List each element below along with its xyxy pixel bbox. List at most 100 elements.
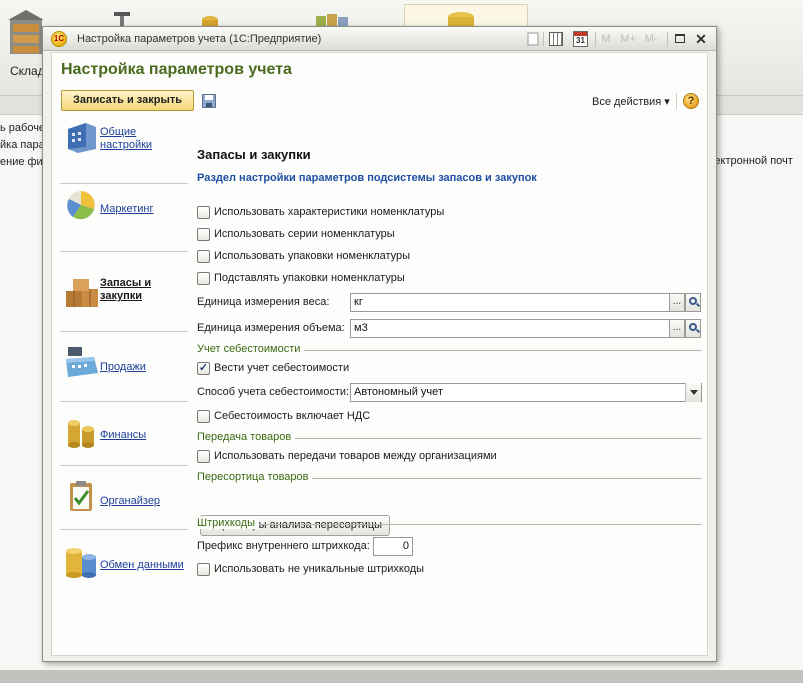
background-statusbar xyxy=(0,670,803,683)
background-text: ь рабоче xyxy=(0,122,46,134)
checkbox-label: Вести учет себестоимости xyxy=(214,362,350,374)
close-button[interactable]: ✕ xyxy=(693,31,709,47)
checkbox[interactable] xyxy=(197,272,210,285)
checkbox-label: Использовать характеристики номенклатуры xyxy=(214,206,445,218)
checkbox-label: Использовать упаковки номенклатуры xyxy=(214,250,411,262)
nav-label: Обмен данными xyxy=(100,559,184,571)
checkbox-label: Подставлять упаковки номенклатуры xyxy=(214,272,405,284)
group-goods-resort: Пересортица товаров xyxy=(197,471,702,485)
group-label: Штрихкоды xyxy=(197,517,260,529)
volume-unit-select-button[interactable]: ... xyxy=(669,319,685,338)
nav-item-data-exchange[interactable]: Обмен данными xyxy=(60,531,190,595)
nav-item-general-settings[interactable]: Общие настройки xyxy=(60,117,190,181)
nav-label: Запасы и закупки xyxy=(100,277,152,302)
nav-divider xyxy=(60,251,188,252)
form-title: Настройка параметров учета xyxy=(61,61,292,78)
chevron-down-icon xyxy=(690,390,698,395)
section-content: Запасы и закупки Раздел настройки параме… xyxy=(197,117,702,647)
toolbar-separator xyxy=(543,32,544,46)
nav-item-organizer[interactable]: Органайзер xyxy=(60,467,190,531)
nav-item-marketing[interactable]: Маркетинг xyxy=(60,185,190,249)
group-label: Пересортица товаров xyxy=(197,471,313,483)
checkbox[interactable] xyxy=(197,563,210,576)
group-label: Учет себестоимости xyxy=(197,343,305,355)
window-title: Настройка параметров учета (1С:Предприят… xyxy=(77,33,322,45)
background-store-label: Склад xyxy=(10,64,45,78)
toolbar-separator xyxy=(667,32,668,46)
pie-chart-icon xyxy=(64,187,100,221)
group-label: Передача товаров xyxy=(197,431,296,443)
checkbox[interactable] xyxy=(197,206,210,219)
section-description: Раздел настройки параметров подсистемы з… xyxy=(197,172,537,184)
coins-icon xyxy=(64,415,100,449)
memory-plus-button[interactable]: M+ xyxy=(618,31,638,47)
checkbox[interactable] xyxy=(197,450,210,463)
cost-method-dropdown-button[interactable] xyxy=(685,383,701,402)
save-and-close-button[interactable]: Записать и закрыть xyxy=(61,90,194,111)
all-actions-menu[interactable]: Все действия ▾ xyxy=(592,95,670,108)
nav-label: Финансы xyxy=(100,429,147,441)
nav-item-inventory-purchasing[interactable]: Запасы и закупки xyxy=(60,253,190,317)
checkbox-label: Себестоимость включает НДС xyxy=(214,410,371,422)
warehouse-icon[interactable] xyxy=(6,6,46,56)
app-logo-icon: 1С xyxy=(51,31,67,47)
checkbox-label: Использовать серии номенклатуры xyxy=(214,228,395,240)
cost-method-select[interactable]: Автономный учет xyxy=(350,383,702,402)
settings-window: 1С Настройка параметров учета (1С:Предпр… xyxy=(42,26,717,662)
toolbar-separator xyxy=(595,32,596,46)
building-icon xyxy=(64,119,100,153)
checkbox-label: Использовать передачи товаров между орга… xyxy=(214,450,497,462)
background-text: йка пара xyxy=(0,139,45,151)
weight-unit-search-button[interactable] xyxy=(685,293,701,312)
save-icon[interactable] xyxy=(202,94,216,108)
section-navigation: Общие настройки Маркетинг Запасы и закуп… xyxy=(60,117,192,647)
barcode-prefix-input[interactable]: 0 xyxy=(373,537,413,556)
calendar-icon[interactable]: 31 xyxy=(573,31,588,47)
nav-label: Общие настройки xyxy=(100,126,153,151)
volume-unit-input[interactable]: м3 xyxy=(350,319,670,338)
window-body: Настройка параметров учета Записать и за… xyxy=(51,52,708,656)
section-title: Запасы и закупки xyxy=(197,147,311,162)
barcode-prefix-label: Префикс внутреннего штрихкода: xyxy=(197,540,370,552)
nav-item-finance[interactable]: Финансы xyxy=(60,403,190,467)
cash-register-icon xyxy=(64,345,100,379)
toolbar-separator xyxy=(676,93,677,109)
group-barcodes: Штрихкоды xyxy=(197,517,702,531)
document-icon[interactable] xyxy=(525,31,541,47)
database-icon xyxy=(64,545,100,579)
nav-label: Продажи xyxy=(100,361,146,373)
nav-label: Органайзер xyxy=(100,495,161,507)
cost-method-label: Способ учета себестоимости: xyxy=(197,386,350,398)
memory-button[interactable]: M xyxy=(599,31,613,47)
calendar-day: 31 xyxy=(576,36,585,45)
window-titlebar[interactable]: 1С Настройка параметров учета (1С:Предпр… xyxy=(43,27,716,51)
weight-unit-input[interactable]: кг xyxy=(350,293,670,312)
group-goods-transfer: Передача товаров xyxy=(197,431,702,445)
background-email-text: лектронной почт xyxy=(708,155,793,167)
checkbox[interactable] xyxy=(197,250,210,263)
volume-unit-label: Единица измерения объема: xyxy=(197,322,345,334)
checkbox[interactable] xyxy=(197,410,210,423)
calculator-icon[interactable] xyxy=(549,32,563,46)
clipboard-icon xyxy=(64,479,100,513)
weight-unit-label: Единица измерения веса: xyxy=(197,296,330,308)
nav-label: Маркетинг xyxy=(100,203,154,215)
nav-divider xyxy=(60,529,188,530)
cost-method-value: Автономный учет xyxy=(354,386,443,398)
nav-divider xyxy=(60,465,188,466)
maximize-button[interactable] xyxy=(672,31,688,47)
checkbox-label: Использовать не уникальные штрихкоды xyxy=(214,563,425,575)
boxes-icon xyxy=(64,277,100,311)
checkbox[interactable] xyxy=(197,228,210,241)
volume-unit-search-button[interactable] xyxy=(685,319,701,338)
weight-unit-select-button[interactable]: ... xyxy=(669,293,685,312)
background-text: ение фи xyxy=(0,156,43,168)
nav-item-sales[interactable]: Продажи xyxy=(60,333,190,397)
nav-divider xyxy=(60,331,188,332)
help-icon[interactable]: ? xyxy=(683,93,699,109)
checkbox[interactable]: ✓ xyxy=(197,362,210,375)
nav-divider xyxy=(60,401,188,402)
maximize-icon xyxy=(675,34,685,43)
nav-divider xyxy=(60,183,188,184)
memory-minus-button[interactable]: M- xyxy=(641,31,661,47)
